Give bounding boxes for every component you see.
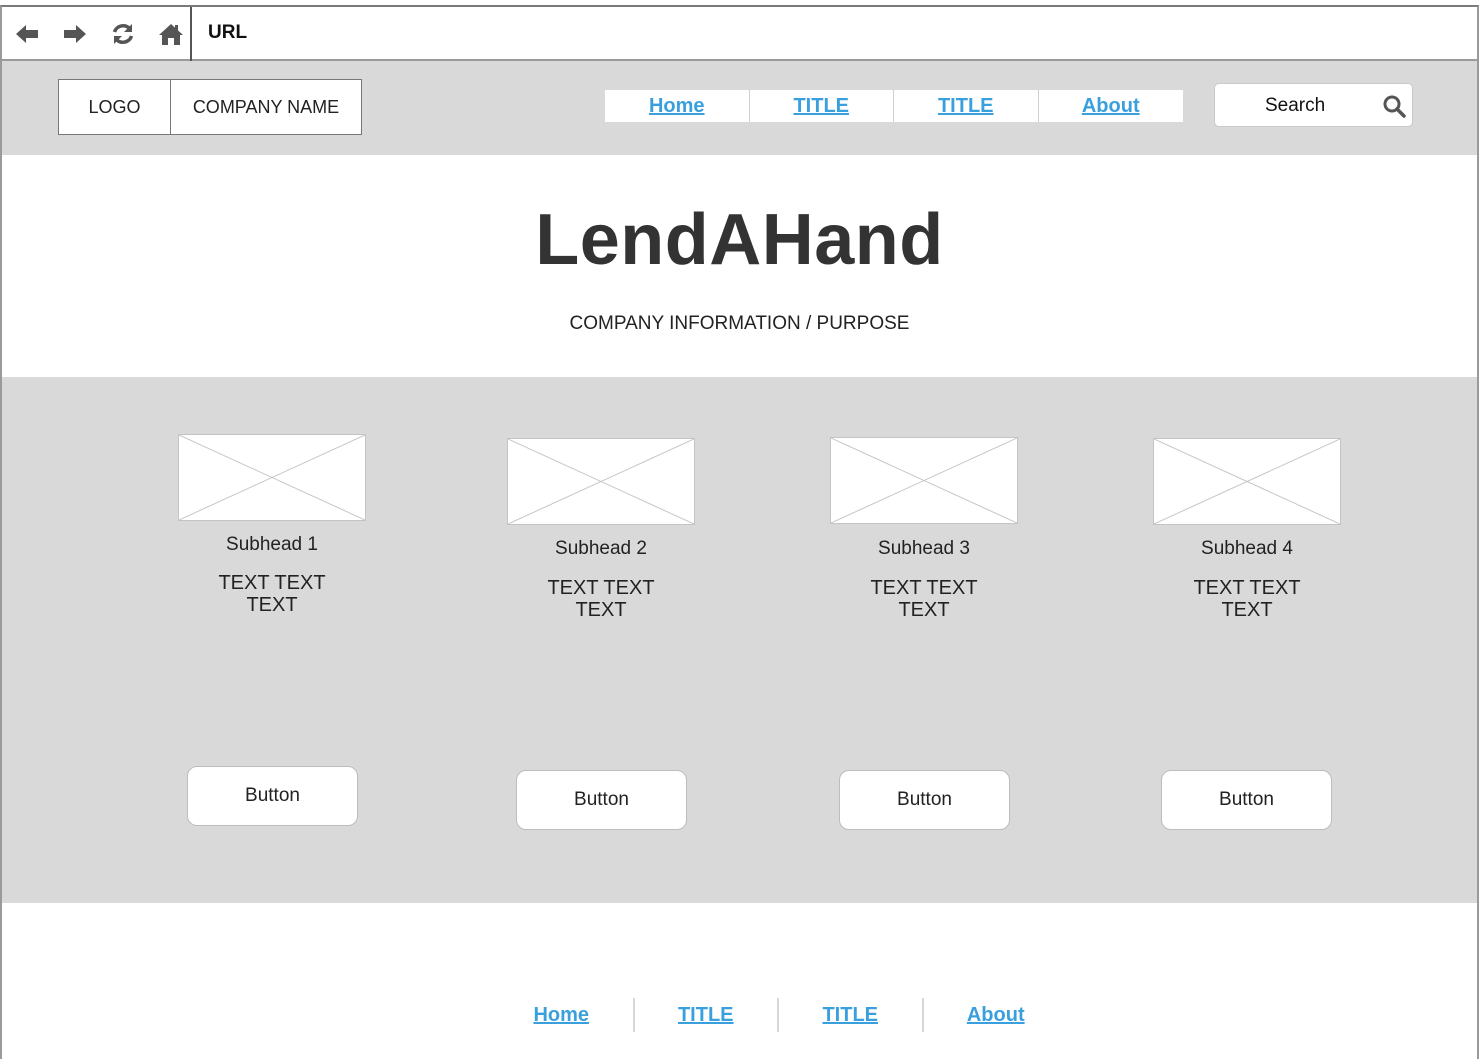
feature-text-line: TEXT bbox=[898, 599, 950, 621]
search-icon[interactable] bbox=[1382, 94, 1406, 118]
footer-link-title-1[interactable]: TITLE bbox=[678, 1004, 734, 1027]
back-arrow-icon[interactable] bbox=[14, 21, 40, 47]
image-placeholder-icon bbox=[1154, 439, 1340, 524]
nav-item-home: Home bbox=[605, 90, 750, 122]
refresh-icon[interactable] bbox=[110, 21, 136, 47]
feature-button-2[interactable]: Button bbox=[516, 770, 687, 830]
search-input[interactable]: Search bbox=[1265, 95, 1325, 117]
feature-text-line: TEXT TEXT bbox=[870, 577, 978, 599]
image-placeholder bbox=[507, 438, 695, 525]
feature-text-line: TEXT TEXT bbox=[547, 577, 655, 599]
image-placeholder-icon bbox=[831, 438, 1017, 523]
footer-navigation: Home TITLE TITLE About bbox=[490, 998, 1068, 1032]
nav-item-title-1: TITLE bbox=[750, 90, 894, 122]
feature-text: TEXT TEXT TEXT bbox=[1133, 577, 1361, 621]
top-navigation: Home TITLE TITLE About bbox=[605, 90, 1183, 122]
feature-subhead: Subhead 2 bbox=[555, 538, 647, 559]
brand-block[interactable]: LOGO COMPANY NAME bbox=[58, 79, 362, 135]
forward-arrow-icon[interactable] bbox=[62, 21, 88, 47]
image-placeholder bbox=[1153, 438, 1341, 525]
feature-button-1[interactable]: Button bbox=[187, 766, 358, 826]
feature-text-line: TEXT TEXT bbox=[218, 572, 326, 594]
home-icon[interactable] bbox=[158, 21, 184, 47]
feature-text: TEXT TEXT TEXT bbox=[487, 577, 715, 621]
footer-nav-item-title-1: TITLE bbox=[635, 998, 779, 1032]
page-title: LendAHand bbox=[535, 200, 944, 280]
image-placeholder bbox=[830, 437, 1018, 524]
page-subtitle: COMPANY INFORMATION / PURPOSE bbox=[569, 313, 910, 334]
hero-section: LendAHand COMPANY INFORMATION / PURPOSE bbox=[2, 155, 1477, 377]
nav-link-title-1[interactable]: TITLE bbox=[793, 95, 849, 118]
feature-text-line: TEXT bbox=[575, 599, 627, 621]
image-placeholder bbox=[178, 434, 366, 521]
feature-subhead: Subhead 3 bbox=[878, 538, 970, 559]
image-placeholder-icon bbox=[508, 439, 694, 524]
feature-subhead: Subhead 1 bbox=[226, 534, 318, 555]
footer-link-title-2[interactable]: TITLE bbox=[822, 1004, 878, 1027]
footer-link-home[interactable]: Home bbox=[533, 1004, 589, 1027]
image-placeholder-icon bbox=[179, 435, 365, 520]
site-footer: Home TITLE TITLE About bbox=[2, 903, 1477, 1060]
url-field[interactable]: URL bbox=[208, 22, 247, 44]
nav-item-about: About bbox=[1039, 90, 1184, 122]
search-box[interactable]: Search bbox=[1214, 83, 1413, 127]
browser-toolbar: URL bbox=[2, 7, 1477, 61]
feature-text-line: TEXT bbox=[246, 594, 298, 616]
footer-nav-item-title-2: TITLE bbox=[779, 998, 924, 1032]
feature-button-4[interactable]: Button bbox=[1161, 770, 1332, 830]
footer-nav-item-home: Home bbox=[490, 998, 635, 1032]
nav-link-home[interactable]: Home bbox=[649, 95, 705, 118]
feature-text-line: TEXT bbox=[1221, 599, 1273, 621]
footer-link-about[interactable]: About bbox=[967, 1004, 1025, 1027]
browser-window: URL LOGO COMPANY NAME Home TITLE TITLE A… bbox=[0, 5, 1479, 1060]
features-section: Subhead 1 TEXT TEXT TEXT Button Subhead … bbox=[2, 377, 1477, 903]
company-name[interactable]: COMPANY NAME bbox=[171, 80, 361, 134]
browser-nav-controls bbox=[2, 7, 192, 61]
feature-text-line: TEXT TEXT bbox=[1193, 577, 1301, 599]
feature-text: TEXT TEXT TEXT bbox=[158, 572, 386, 616]
nav-item-title-2: TITLE bbox=[894, 90, 1039, 122]
site-header: LOGO COMPANY NAME Home TITLE TITLE About… bbox=[2, 61, 1477, 155]
feature-subhead: Subhead 4 bbox=[1201, 538, 1293, 559]
footer-nav-item-about: About bbox=[924, 998, 1069, 1032]
nav-link-about[interactable]: About bbox=[1082, 95, 1140, 118]
feature-text: TEXT TEXT TEXT bbox=[810, 577, 1038, 621]
feature-button-3[interactable]: Button bbox=[839, 770, 1010, 830]
logo[interactable]: LOGO bbox=[59, 80, 171, 134]
nav-link-title-2[interactable]: TITLE bbox=[938, 95, 994, 118]
